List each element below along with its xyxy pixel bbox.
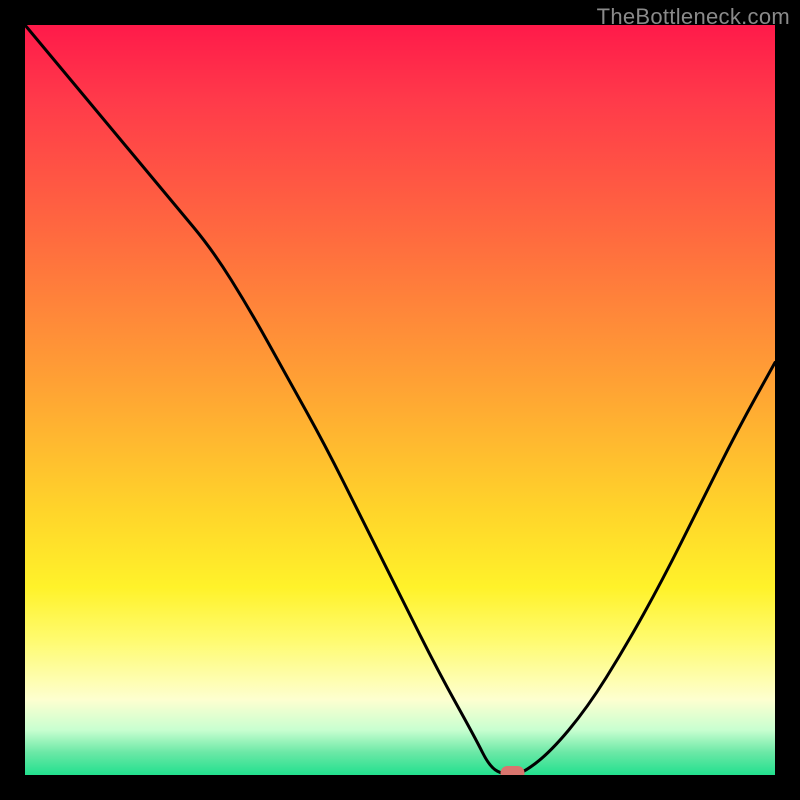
plot-area [25,25,775,775]
optimal-marker [501,766,525,775]
bottleneck-curve [25,25,775,775]
curve-svg [25,25,775,775]
chart-container: TheBottleneck.com [0,0,800,800]
attribution-text: TheBottleneck.com [597,4,790,30]
